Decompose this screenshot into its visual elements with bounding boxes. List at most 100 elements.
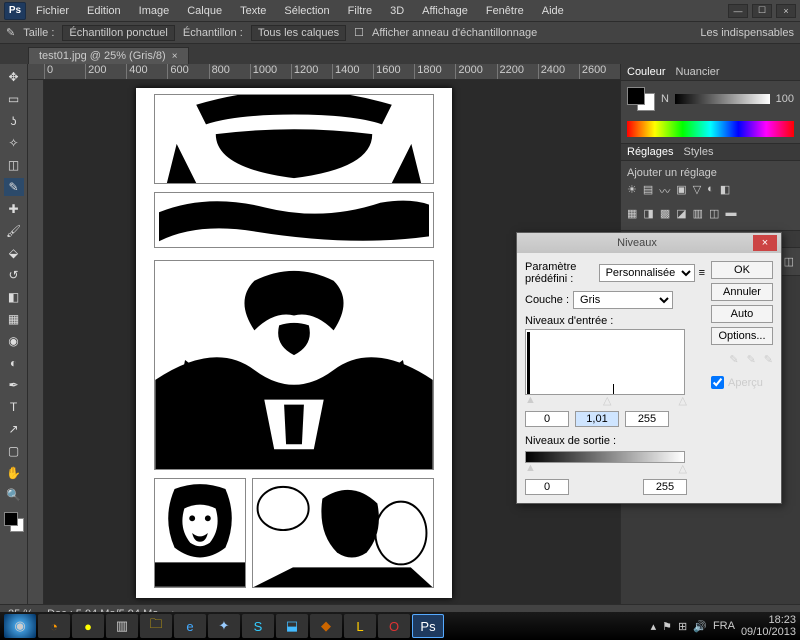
menu-selection[interactable]: Sélection	[276, 3, 337, 19]
adj-mixer-icon[interactable]: ◨	[643, 207, 653, 220]
dodge-tool[interactable]: ◐	[4, 354, 24, 372]
tray-clock[interactable]: 18:2309/10/2013	[741, 614, 796, 638]
gray-slider[interactable]	[675, 94, 770, 104]
ok-button[interactable]: OK	[711, 261, 773, 279]
tray-chevron-icon[interactable]: ▴	[651, 620, 657, 633]
tab-color[interactable]: Couleur	[627, 66, 666, 78]
type-tool[interactable]: T	[4, 398, 24, 416]
menu-edition[interactable]: Edition	[79, 3, 129, 19]
pen-tool[interactable]: ✒	[4, 376, 24, 394]
brush-tool[interactable]: 🖌	[4, 222, 24, 240]
color-swatch[interactable]	[4, 512, 24, 532]
eraser-tool[interactable]: ◧	[4, 288, 24, 306]
output-black-field[interactable]	[525, 479, 569, 495]
menu-calque[interactable]: Calque	[179, 3, 230, 19]
input-white-field[interactable]	[625, 411, 669, 427]
adj-hue-icon[interactable]: ◐	[707, 183, 714, 199]
tray-network-icon[interactable]: ⊞	[678, 620, 687, 633]
auto-button[interactable]: Auto	[711, 305, 773, 323]
shape-tool[interactable]: ▢	[4, 442, 24, 460]
black-eyedropper-icon[interactable]: ✎	[729, 353, 738, 366]
menu-3d[interactable]: 3D	[382, 3, 412, 19]
taskbar-dropbox[interactable]: ⬓	[276, 614, 308, 638]
taskbar-app-2[interactable]: ●	[72, 614, 104, 638]
menu-affichage[interactable]: Affichage	[414, 3, 476, 19]
adj-brightness-icon[interactable]: ☀	[627, 183, 637, 199]
preset-select[interactable]: Personnalisée	[599, 264, 695, 282]
close-tab-icon[interactable]: ×	[172, 51, 178, 62]
wand-tool[interactable]: ✧	[4, 134, 24, 152]
adj-poster-icon[interactable]: ▥	[693, 207, 703, 220]
path-tool[interactable]: ↗	[4, 420, 24, 438]
preview-checkbox[interactable]	[711, 376, 724, 389]
taskbar-app-4[interactable]: ✦	[208, 614, 240, 638]
white-eyedropper-icon[interactable]: ✎	[764, 353, 773, 366]
color-picker-swatch[interactable]	[627, 87, 655, 111]
tab-styles[interactable]: Styles	[683, 146, 713, 158]
dialog-close-button[interactable]: ×	[753, 235, 777, 251]
taskbar-ie[interactable]: e	[174, 614, 206, 638]
adj-photo-icon[interactable]: ▦	[627, 207, 637, 220]
histogram[interactable]	[525, 329, 685, 395]
menu-filtre[interactable]: Filtre	[340, 3, 380, 19]
tray-volume-icon[interactable]: 🔊	[693, 620, 707, 633]
gradient-tool[interactable]: ▦	[4, 310, 24, 328]
menu-texte[interactable]: Texte	[232, 3, 274, 19]
gray-eyedropper-icon[interactable]: ✎	[747, 353, 756, 366]
tray-lang[interactable]: FRA	[713, 620, 735, 632]
taskbar-skype[interactable]: S	[242, 614, 274, 638]
hand-tool[interactable]: ✋	[4, 464, 24, 482]
minimize-button[interactable]: —	[728, 4, 748, 18]
maximize-button[interactable]: ☐	[752, 4, 772, 18]
blur-tool[interactable]: ◉	[4, 332, 24, 350]
adj-exposure-icon[interactable]: ▣	[676, 183, 686, 199]
preset-menu-icon[interactable]: ≡	[699, 267, 705, 279]
taskbar-app-1[interactable]: ◔	[38, 614, 70, 638]
opt-taille-select[interactable]: Échantillon ponctuel	[62, 25, 174, 41]
crop-tool[interactable]: ◫	[4, 156, 24, 174]
adj-bw-icon[interactable]: ◧	[720, 183, 730, 199]
tab-adjustments[interactable]: Réglages	[627, 146, 673, 158]
taskbar-app-5[interactable]: ◆	[310, 614, 342, 638]
lasso-tool[interactable]: ʖ	[4, 112, 24, 130]
adj-levels-icon[interactable]: ▤	[643, 183, 653, 199]
start-button[interactable]: ◉	[4, 614, 36, 638]
menu-image[interactable]: Image	[131, 3, 178, 19]
taskbar-lol[interactable]: L	[344, 614, 376, 638]
taskbar-folder[interactable]: 🗀	[140, 614, 172, 638]
adj-lookup-icon[interactable]: ▩	[660, 207, 670, 220]
workspace-switcher[interactable]: Les indispensables	[700, 27, 794, 39]
taskbar-app-3[interactable]: ▥	[106, 614, 138, 638]
zoom-tool[interactable]: 🔍	[4, 486, 24, 504]
taskbar-photoshop[interactable]: Ps	[412, 614, 444, 638]
adj-thresh-icon[interactable]: ◫	[709, 207, 719, 220]
menu-fenetre[interactable]: Fenêtre	[478, 3, 532, 19]
menu-fichier[interactable]: Fichier	[28, 3, 77, 19]
menu-aide[interactable]: Aide	[534, 3, 572, 19]
spectrum-bar[interactable]	[627, 121, 794, 137]
input-black-field[interactable]	[525, 411, 569, 427]
opt-echant-select[interactable]: Tous les calques	[251, 25, 346, 41]
adj-vibrance-icon[interactable]: ▽	[693, 183, 701, 199]
filter-smart-icon[interactable]: ◫	[784, 255, 794, 268]
adj-curves-icon[interactable]: 〰	[659, 183, 670, 199]
close-button[interactable]: ×	[776, 4, 796, 18]
options-button[interactable]: Options...	[711, 327, 773, 345]
taskbar-opera[interactable]: O	[378, 614, 410, 638]
document-tab[interactable]: test01.jpg @ 25% (Gris/8) ×	[28, 47, 189, 64]
cancel-button[interactable]: Annuler	[711, 283, 773, 301]
adj-invert-icon[interactable]: ◪	[676, 207, 686, 220]
history-brush-tool[interactable]: ↺	[4, 266, 24, 284]
channel-select[interactable]: Gris	[573, 291, 673, 309]
heal-tool[interactable]: ✚	[4, 200, 24, 218]
move-tool[interactable]: ✥	[4, 68, 24, 86]
adj-map-icon[interactable]: ▬	[725, 207, 736, 220]
stamp-tool[interactable]: ⬙	[4, 244, 24, 262]
output-white-field[interactable]	[643, 479, 687, 495]
marquee-tool[interactable]: ▭	[4, 90, 24, 108]
tray-flag-icon[interactable]: ⚑	[662, 620, 672, 633]
tab-swatches[interactable]: Nuancier	[676, 66, 720, 78]
eyedropper-tool[interactable]: ✎	[4, 178, 24, 196]
eyedropper-icon[interactable]: ✎	[6, 26, 15, 39]
input-gamma-field[interactable]	[575, 411, 619, 427]
